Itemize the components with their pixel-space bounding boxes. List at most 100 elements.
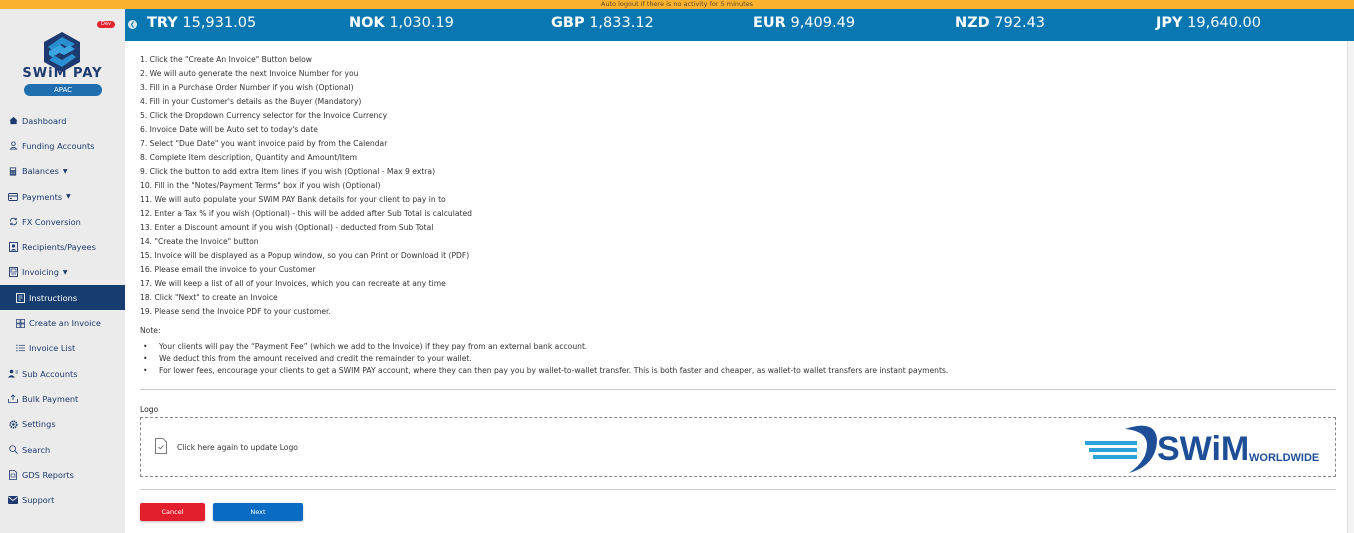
note-item: Your clients will pay the “Payment Fee” …	[140, 341, 948, 353]
sidebar-item-dashboard[interactable]: Dashboard	[0, 108, 125, 133]
sidebar-nav: Dashboard Funding Accounts Balances ▼ Pa…	[0, 108, 125, 513]
sidebar-item-label: Create an Invoice	[29, 318, 101, 329]
instruction-step: 15. Invoice will be displayed as a Popup…	[140, 251, 470, 260]
instruction-step: 8. Complete Item description, Quantity a…	[140, 153, 358, 162]
note-title: Note:	[140, 326, 161, 335]
rate-item: NZD 792.43	[955, 15, 1045, 31]
sidebar-item-funding-accounts[interactable]: Funding Accounts	[0, 133, 125, 158]
sidebar-item-label: Search	[22, 444, 51, 455]
refresh-icon	[8, 217, 18, 227]
envelope-icon	[8, 495, 18, 505]
sidebar-item-recipients-payees[interactable]: Recipients/Payees	[0, 234, 125, 259]
instruction-step: 10. Fill in the "Notes/Payment Terms" bo…	[140, 181, 381, 190]
divider	[140, 389, 1336, 390]
instruction-step: 14. "Create the Invoice" button	[140, 237, 259, 246]
instruction-step: 18. Click "Next" to create an Invoice	[140, 293, 278, 302]
note-item: We deduct this from the amount received …	[140, 353, 948, 365]
sidebar-item-label: FX Conversion	[22, 216, 81, 227]
env-badge: Dev	[97, 21, 115, 28]
note-item: For lower fees, encourage your clients t…	[140, 365, 948, 377]
invoice-icon	[8, 267, 18, 278]
sidebar-item-label: Funding Accounts	[22, 140, 95, 151]
instructions-panel: 1. Click the "Create An Invoice" Button …	[125, 41, 1347, 533]
chevron-down-icon: ▼	[66, 193, 71, 201]
instruction-step: 11. We will auto populate your SWiM PAY …	[140, 195, 446, 204]
currency-value: 9,409.49	[790, 15, 856, 31]
currency-code: TRY	[147, 15, 178, 31]
sidebar-item-invoice-list[interactable]: Invoice List	[0, 336, 125, 361]
sidebar-item-label: Bulk Payment	[22, 393, 79, 404]
sidebar-item-gds-reports[interactable]: GDS Reports	[0, 462, 125, 487]
instruction-step: 4. Fill in your Customer's details as th…	[140, 97, 362, 106]
report-icon	[8, 469, 18, 480]
instruction-step: 7. Select "Due Date" you want invoice pa…	[140, 139, 388, 148]
search-icon	[8, 445, 18, 455]
sidebar-item-label: Balances	[22, 166, 59, 177]
currency-value: 1,833.12	[589, 15, 654, 31]
auto-logout-message: Auto logout if there is no activity for …	[600, 0, 754, 8]
rate-item: TRY 15,931.05	[147, 15, 256, 31]
divider	[140, 489, 1336, 490]
sidebar-item-fx-conversion[interactable]: FX Conversion	[0, 209, 125, 234]
instruction-step: 2. We will auto generate the next Invoic…	[140, 69, 359, 78]
currency-code: NZD	[955, 15, 990, 31]
sidebar-item-bulk-payment[interactable]: Bulk Payment	[0, 386, 125, 411]
home-icon	[8, 116, 18, 126]
sidebar-item-sub-accounts[interactable]: Sub Accounts	[0, 361, 125, 386]
logo-wordmark: SWiM	[1157, 430, 1249, 468]
sidebar-item-label: Invoicing	[22, 267, 59, 278]
cancel-button[interactable]: Cancel	[140, 503, 205, 521]
currency-value: 15,931.05	[182, 15, 257, 31]
sidebar-item-label: GDS Reports	[22, 469, 74, 480]
contact-card-icon	[8, 242, 18, 253]
currency-code: NOK	[349, 15, 385, 31]
auto-logout-banner: Auto logout if there is no activity for …	[0, 0, 1354, 9]
next-button[interactable]: Next	[213, 503, 303, 521]
sidebar-item-support[interactable]: Support	[0, 487, 125, 512]
instruction-step: 1. Click the "Create An Invoice" Button …	[140, 55, 312, 64]
currency-code: GBP	[551, 15, 585, 31]
currency-code: JPY	[1156, 15, 1183, 31]
uploaded-logo-image: SWiM WORLDWIDE	[1085, 425, 1319, 473]
instruction-step: 6. Invoice Date will be Auto set to toda…	[140, 125, 318, 134]
sidebar-item-label: Invoice List	[29, 343, 76, 354]
currency-value: 792.43	[994, 15, 1046, 31]
region-pill[interactable]: APAC	[24, 84, 102, 96]
sidebar-item-label: Payments	[22, 191, 63, 202]
chevron-down-icon: ▼	[62, 268, 68, 276]
instruction-step: 12. Enter a Tax % if you wish (Optional)…	[140, 209, 472, 218]
instruction-step: 5. Click the Dropdown Currency selector …	[140, 111, 388, 120]
chevron-left-icon[interactable]: ❮	[128, 20, 137, 29]
instruction-steps: 1. Click the "Create An Invoice" Button …	[140, 53, 472, 319]
instruction-step: 3. Fill in a Purchase Order Number if yo…	[140, 83, 354, 92]
chevron-down-icon: ▼	[62, 167, 68, 175]
instruction-step: 17. We will keep a list of all of your I…	[140, 279, 446, 288]
currency-value: 1,030.19	[389, 15, 454, 31]
sidebar-item-label: Recipients/Payees	[22, 242, 96, 253]
instruction-step: 13. Enter a Discount amount if you wish …	[140, 223, 434, 232]
sidebar-item-label: Support	[22, 495, 55, 506]
gear-icon	[8, 419, 18, 429]
logo-upload-dropzone[interactable]: Click here again to update Logo SWiM WOR…	[140, 417, 1336, 477]
currency-code: EUR	[753, 15, 786, 31]
brand-name: SWiM PAY	[22, 66, 103, 81]
logo-label: Logo	[140, 405, 159, 414]
sidebar-item-payments[interactable]: Payments ▼	[0, 184, 125, 209]
sidebar-item-label: Settings	[22, 419, 56, 430]
instruction-step: 9. Click the button to add extra Item li…	[140, 167, 436, 176]
fx-rate-ticker: ❮ TRY 15,931.05 NOK 1,030.19 GBP 1,833.1…	[125, 9, 1354, 41]
sidebar-item-settings[interactable]: Settings	[0, 412, 125, 437]
logo-wordmark-suffix: WORLDWIDE	[1249, 452, 1319, 464]
sidebar-item-balances[interactable]: Balances ▼	[0, 159, 125, 184]
sidebar-item-instructions[interactable]: Instructions	[0, 285, 125, 311]
dropzone-text: Click here again to update Logo	[177, 443, 298, 452]
sidebar-item-search[interactable]: Search	[0, 437, 125, 462]
rate-item: GBP 1,833.12	[551, 15, 654, 31]
sidebar-item-label: Dashboard	[22, 115, 67, 126]
sidebar-item-invoicing[interactable]: Invoicing ▼	[0, 260, 125, 285]
sidebar-item-create-an-invoice[interactable]: Create an Invoice	[0, 310, 125, 335]
list-icon	[15, 343, 25, 353]
scrollbar[interactable]	[1347, 41, 1354, 533]
user-icon	[8, 141, 18, 151]
sidebar-item-label: Instructions	[29, 292, 78, 303]
